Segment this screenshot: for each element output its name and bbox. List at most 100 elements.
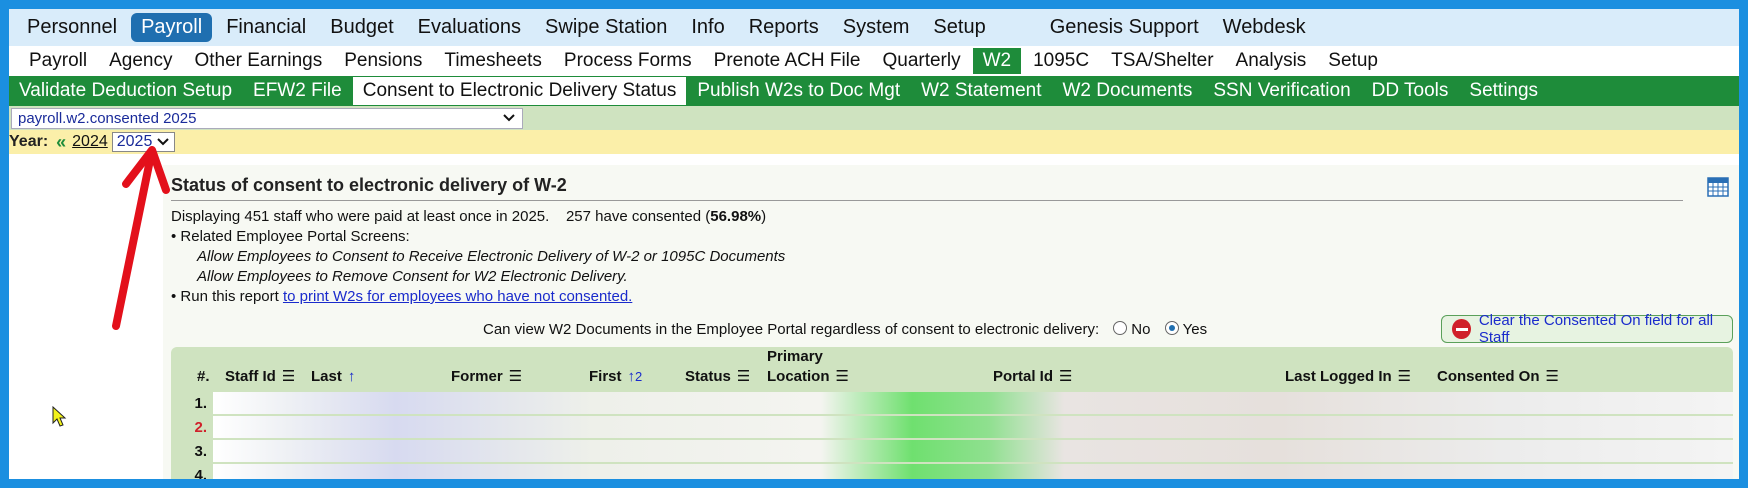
col-consented-on[interactable]: Consented On ☰ (1437, 367, 1559, 385)
col-last[interactable]: Last ↑ (311, 368, 355, 385)
view-w2-option-label: Can view W2 Documents in the Employee Po… (483, 321, 1100, 338)
top-menu-financial[interactable]: Financial (216, 13, 316, 42)
sub-menu-pensions[interactable]: Pensions (334, 48, 432, 74)
sort-ascending-icon[interactable]: ↑ (348, 368, 356, 385)
w2-menu-validate-deduction-setup[interactable]: Validate Deduction Setup (9, 77, 242, 105)
chevron-down-icon (503, 114, 515, 122)
panel-title-row: Status of consent to electronic delivery… (171, 175, 1683, 201)
sub-menu-quarterly[interactable]: Quarterly (872, 48, 970, 74)
top-menu-budget[interactable]: Budget (320, 13, 403, 42)
w2-menu-settings[interactable]: Settings (1459, 77, 1548, 105)
sub-menu-1095c[interactable]: 1095C (1023, 48, 1099, 74)
w2-menu-dd-tools[interactable]: DD Tools (1362, 77, 1459, 105)
double-chevron-left-icon[interactable]: « (56, 132, 66, 153)
clear-consented-button[interactable]: Clear the Consented On field for all Sta… (1441, 312, 1733, 346)
sub-menu-process-forms[interactable]: Process Forms (554, 48, 702, 74)
top-menu-personnel[interactable]: Personnel (17, 13, 127, 42)
run-report-line: • Run this report to print W2s for emplo… (171, 287, 785, 307)
related-screens-label: • Related Employee Portal Screens: (171, 228, 410, 245)
table-row[interactable]: 3. (171, 439, 1733, 463)
sub-menu-other-earnings[interactable]: Other Earnings (184, 48, 332, 74)
sort-order-index: 2 (635, 369, 643, 384)
w2-menu-efw2-file[interactable]: EFW2 File (243, 77, 352, 105)
sub-menu-tsa-shelter[interactable]: TSA/Shelter (1101, 48, 1223, 74)
report-panel: Status of consent to electronic delivery… (163, 165, 1739, 479)
menu-icon[interactable]: ☰ (282, 368, 295, 385)
menu-icon[interactable]: ☰ (737, 368, 750, 385)
top-menu-webdesk[interactable]: Webdesk (1213, 13, 1316, 42)
top-menu-payroll[interactable]: Payroll (131, 13, 213, 42)
mouse-cursor-icon (52, 406, 67, 427)
consented-suffix: ) (761, 208, 767, 225)
sub-menu-analysis[interactable]: Analysis (1226, 48, 1317, 74)
col-former-label: Former (451, 368, 503, 385)
top-menu-setup[interactable]: Setup (923, 13, 995, 42)
col-location-label: Location (767, 368, 830, 385)
previous-year-link[interactable]: 2024 (72, 133, 108, 151)
menu-icon[interactable]: ☰ (1398, 368, 1411, 385)
col-first-label: First (589, 368, 622, 385)
annotation-arrow-icon (112, 146, 170, 330)
col-status[interactable]: Status ☰ (685, 367, 750, 385)
stop-icon (1452, 319, 1471, 339)
consented-prefix: 257 have consented ( (565, 208, 711, 225)
app-window: Personnel Payroll Financial Budget Evalu… (9, 9, 1739, 479)
table-row[interactable]: 1. (171, 391, 1733, 415)
panel-title: Status of consent to electronic delivery… (171, 175, 567, 195)
w2-menu-ssn-verification[interactable]: SSN Verification (1203, 77, 1360, 105)
view-w2-yes-label: Yes (1182, 321, 1208, 338)
print-w2s-link[interactable]: to print W2s for employees who have not … (283, 288, 632, 305)
view-w2-yes-radio[interactable] (1164, 321, 1179, 335)
w2-menu-w2-statement[interactable]: W2 Statement (911, 77, 1051, 105)
menu-icon[interactable]: ☰ (1546, 368, 1559, 385)
calendar-icon[interactable] (1707, 175, 1729, 197)
sub-menu-payroll[interactable]: Payroll (19, 48, 97, 74)
menu-icon[interactable]: ☰ (836, 368, 849, 385)
sub-menu-timesheets[interactable]: Timesheets (434, 48, 552, 74)
consent-table: #. Staff Id ☰ Last ↑ Former ☰ First ↑2 Statu… (171, 347, 1733, 479)
col-last-logged-in[interactable]: Last Logged In ☰ (1285, 367, 1411, 385)
col-former[interactable]: Former ☰ (451, 367, 522, 385)
sub-menu-prenote-ach-file[interactable]: Prenote ACH File (704, 48, 871, 74)
w2-menu-w2-documents[interactable]: W2 Documents (1053, 77, 1203, 105)
row-cells-redacted (213, 464, 1733, 479)
panel-info: Displaying 451 staff who were paid at le… (171, 207, 785, 307)
payroll-sub-menu: Payroll Agency Other Earnings Pensions T… (9, 46, 1739, 76)
row-number: 2. (194, 418, 207, 436)
col-last-label: Last (311, 368, 342, 385)
sub-menu-setup[interactable]: Setup (1318, 48, 1388, 74)
sort-ascending-icon[interactable]: ↑ (628, 368, 636, 385)
sub-menu-agency[interactable]: Agency (99, 48, 182, 74)
top-menu-swipe-station[interactable]: Swipe Station (535, 13, 677, 42)
view-w2-no-radio[interactable] (1113, 321, 1128, 335)
top-menu-genesis-support[interactable]: Genesis Support (1040, 13, 1209, 42)
view-w2-no-label: No (1131, 321, 1151, 338)
sub-menu-w2[interactable]: W2 (972, 48, 1022, 74)
clear-consented-label: Clear the Consented On field for all Sta… (1478, 312, 1714, 346)
col-status-label: Status (685, 368, 731, 385)
year-bar: Year: « 2024 2025 (9, 130, 1739, 154)
col-staff-id[interactable]: Staff Id ☰ (225, 367, 295, 385)
col-portal-id-label: Portal Id (993, 368, 1054, 385)
col-first[interactable]: First ↑2 (589, 368, 642, 385)
report-select[interactable]: payroll.w2.consented 2025 (11, 107, 523, 129)
table-body: 1. 2. 3. 4. (171, 391, 1733, 479)
report-bar: payroll.w2.consented 2025 (9, 106, 1739, 130)
report-select-value: payroll.w2.consented 2025 (18, 109, 197, 127)
top-menu: Personnel Payroll Financial Budget Evalu… (9, 9, 1739, 46)
top-menu-system[interactable]: System (833, 13, 920, 42)
row-number: 1. (194, 394, 207, 412)
col-location[interactable]: Location ☰ (767, 367, 849, 385)
menu-icon[interactable]: ☰ (509, 368, 522, 385)
table-row[interactable]: 4. (171, 463, 1733, 479)
table-row[interactable]: 2. (171, 415, 1733, 439)
menu-icon[interactable]: ☰ (1059, 368, 1072, 385)
w2-menu-publish-w2s[interactable]: Publish W2s to Doc Mgt (687, 77, 910, 105)
col-staff-id-label: Staff Id (225, 368, 276, 385)
top-menu-reports[interactable]: Reports (739, 13, 829, 42)
year-label: Year: (9, 133, 49, 150)
top-menu-info[interactable]: Info (681, 13, 734, 42)
top-menu-evaluations[interactable]: Evaluations (408, 13, 531, 42)
col-portal-id[interactable]: Portal Id ☰ (993, 367, 1072, 385)
w2-menu-consent-status[interactable]: Consent to Electronic Delivery Status (352, 77, 687, 105)
